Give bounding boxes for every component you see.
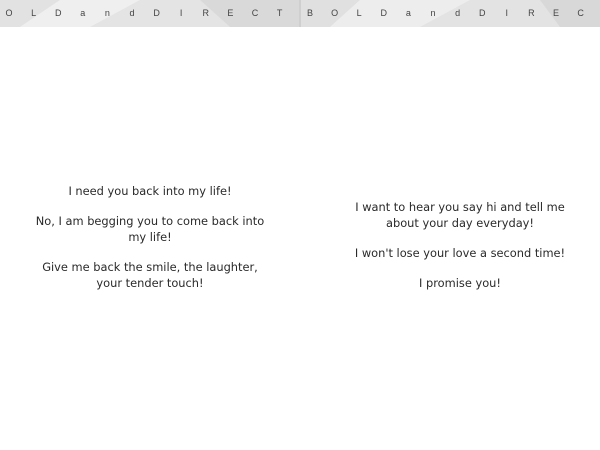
banner-letter: n (104, 8, 110, 18)
stanza: I want to hear you say hi and tell me abo… (310, 199, 600, 231)
stanza: I promise you! (310, 275, 600, 291)
banner-letter: D (380, 8, 388, 18)
stanza: Give me back the smile, the laughter, you… (0, 259, 300, 291)
banner-letter: d (455, 8, 461, 18)
banner-letter: I (505, 8, 509, 18)
poem-line: I promise you! (419, 276, 501, 290)
stanza: No, I am begging you to come back into my… (0, 213, 300, 245)
banner-letter: O (331, 8, 339, 18)
header-banner: O L Da n d D I R E C T B O L Da n d D I R E C (0, 0, 600, 27)
banner-letter: a (405, 8, 411, 18)
poem-line: I won't lose your love a second time! (354, 246, 566, 260)
poem-line: I want to hear you say hi and tell me (355, 200, 565, 214)
banner-letter: O (5, 8, 13, 18)
stanza: I need you back into my life! (0, 183, 300, 199)
poem-line: my life! (128, 230, 172, 244)
banner-letter: E (227, 8, 234, 18)
banner-letter: D (54, 8, 62, 18)
banner-letter: C (251, 8, 259, 18)
banner-letter: n (430, 8, 436, 18)
banner-letter: R (528, 8, 535, 18)
banner-letter: B (306, 8, 313, 18)
page-gutter (299, 0, 301, 27)
banner-letter: C (577, 8, 584, 18)
book-spread: O L Da n d D I R E C T B O L Da n d D I R E C I need you bac… (0, 0, 600, 450)
banner-letter: I (179, 8, 183, 18)
banner-letter: L (356, 8, 362, 18)
poem-line: No, I am begging you to come back into (35, 214, 265, 228)
banner-letter: R (202, 8, 210, 18)
poem-line: I need you back into my life! (68, 184, 232, 198)
poem-line: your tender touch! (96, 276, 204, 290)
banner-letter: D (153, 8, 160, 18)
banner-letter: a (80, 8, 86, 18)
banner-letter: T (276, 8, 283, 18)
banner-letter: d (129, 8, 135, 18)
left-poem: I need you back into my life! No, I am be… (0, 183, 300, 305)
stanza: I won't lose your love a second time! (310, 245, 600, 261)
poem-line: about your day everyday! (386, 216, 534, 230)
banner-letter: L (31, 8, 37, 18)
left-page: I need you back into my life! No, I am be… (0, 27, 300, 450)
banner-letter: E (552, 8, 559, 18)
poem-line: Give me back the smile, the laughter, (42, 260, 258, 274)
right-page: I want to hear you say hi and tell me abo… (300, 27, 600, 450)
right-poem: I want to hear you say hi and tell me abo… (310, 199, 600, 305)
banner-letter: D (478, 8, 486, 18)
